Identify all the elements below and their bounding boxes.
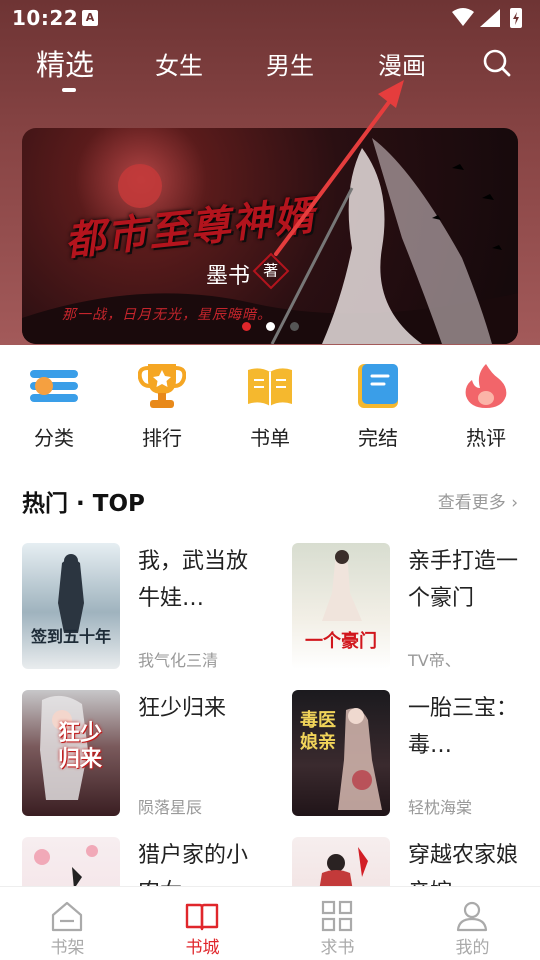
top-tab-bar: 精选 女生 男生 漫画 — [0, 38, 540, 98]
category-booklist[interactable]: 书单 — [216, 356, 324, 456]
cover-title: 一个豪门 — [305, 631, 377, 652]
promo-banner[interactable]: 都市至尊神婿 墨书 著 那一战，日月无光，星辰晦暗。 — [22, 128, 518, 344]
request-grid-icon — [321, 900, 353, 932]
see-more-link[interactable]: 查看更多 › — [438, 488, 518, 513]
category-ranking[interactable]: 排行 — [108, 356, 216, 456]
carousel-dot[interactable] — [290, 322, 299, 331]
book-title: 我，武当放牛娃… — [138, 549, 248, 611]
book-title: 亲手打造一个豪门 — [408, 549, 518, 611]
category-label: 完结 — [358, 426, 398, 450]
category-label: 排行 — [142, 426, 182, 450]
nav-label: 我的 — [455, 938, 490, 958]
nav-label: 书架 — [50, 938, 85, 958]
category-label: 书单 — [250, 426, 290, 450]
system-status-icons — [452, 8, 522, 28]
book-author: 陨落星辰 — [138, 798, 203, 817]
banner-author: 墨书 — [206, 264, 251, 289]
book-item[interactable]: 毒医娘亲 一胎三宝：毒… 轻枕海棠 — [292, 690, 540, 818]
status-bar: 10:22 A — [0, 0, 540, 36]
bookshelf-icon — [51, 901, 83, 932]
book-cover: 一个豪门 — [292, 543, 390, 669]
category-label: 热评 — [466, 426, 506, 450]
chevron-right-icon: › — [511, 493, 518, 513]
signal-icon — [480, 9, 500, 27]
tab-female[interactable]: 女生 — [155, 46, 203, 81]
cover-title: 签到五十年 — [30, 627, 111, 646]
book-item[interactable]: 狂少归来 狂少归来 陨落星辰 — [22, 690, 272, 818]
category-finished[interactable]: 完结 — [324, 356, 432, 456]
book-cover: 毒医娘亲 — [292, 690, 390, 816]
search-icon[interactable] — [481, 47, 513, 79]
book-author: 我气化三清 — [138, 651, 219, 670]
bottom-navigation: 书架 书城 求书 我的 — [0, 886, 540, 960]
carousel-dot[interactable] — [242, 322, 251, 331]
nav-bookstore[interactable]: 书城 — [135, 887, 270, 960]
open-book-icon — [248, 368, 292, 406]
profile-icon — [456, 901, 488, 932]
category-shortcuts: 分类 排行 书单 完结 热评 — [0, 356, 540, 456]
tab-male[interactable]: 男生 — [266, 46, 314, 81]
nav-request-book[interactable]: 求书 — [270, 887, 405, 960]
category-classify[interactable]: 分类 — [0, 356, 108, 456]
category-list-icon — [30, 370, 78, 402]
book-item[interactable]: 签到五十年 我，武当放牛娃… 我气化三清 — [22, 543, 272, 671]
cover-title: 狂少归来 — [57, 720, 102, 772]
hot-section-header: 热门 · TOP 查看更多 › — [22, 484, 518, 518]
tab-comics[interactable]: 漫画 — [378, 46, 426, 81]
nav-profile[interactable]: 我的 — [405, 887, 540, 960]
nav-label: 书城 — [185, 938, 220, 958]
category-label: 分类 — [34, 426, 74, 450]
book-cover: 签到五十年 — [22, 543, 120, 669]
book-item[interactable]: 一个豪门 亲手打造一个豪门 TV帝、 — [292, 543, 540, 671]
status-time: 10:22 — [12, 6, 79, 30]
book-author: 轻枕海棠 — [408, 798, 473, 817]
cover-title: 毒医娘亲 — [300, 710, 336, 753]
book-store-icon — [185, 903, 219, 931]
category-hot-reviews[interactable]: 热评 — [432, 356, 540, 456]
book-title: 狂少归来 — [138, 696, 227, 721]
flame-icon — [465, 364, 507, 408]
tab-featured[interactable]: 精选 — [36, 42, 94, 84]
book-cover: 狂少归来 — [22, 690, 120, 816]
section-title: 热门 · TOP — [22, 491, 145, 517]
wifi-icon — [452, 8, 474, 26]
active-tab-indicator — [62, 88, 76, 92]
banner-tagline: 那一战，日月无光，星辰晦暗。 — [62, 307, 272, 323]
notification-icon: A — [82, 10, 98, 26]
cover-art — [58, 554, 84, 633]
book-author: TV帝、 — [408, 651, 461, 670]
book-title: 一胎三宝：毒… — [408, 696, 518, 758]
nav-label: 求书 — [320, 938, 355, 958]
trophy-icon — [138, 364, 186, 408]
nav-bookshelf[interactable]: 书架 — [0, 887, 135, 960]
finished-book-icon — [358, 364, 398, 408]
carousel-dot[interactable] — [266, 322, 275, 331]
